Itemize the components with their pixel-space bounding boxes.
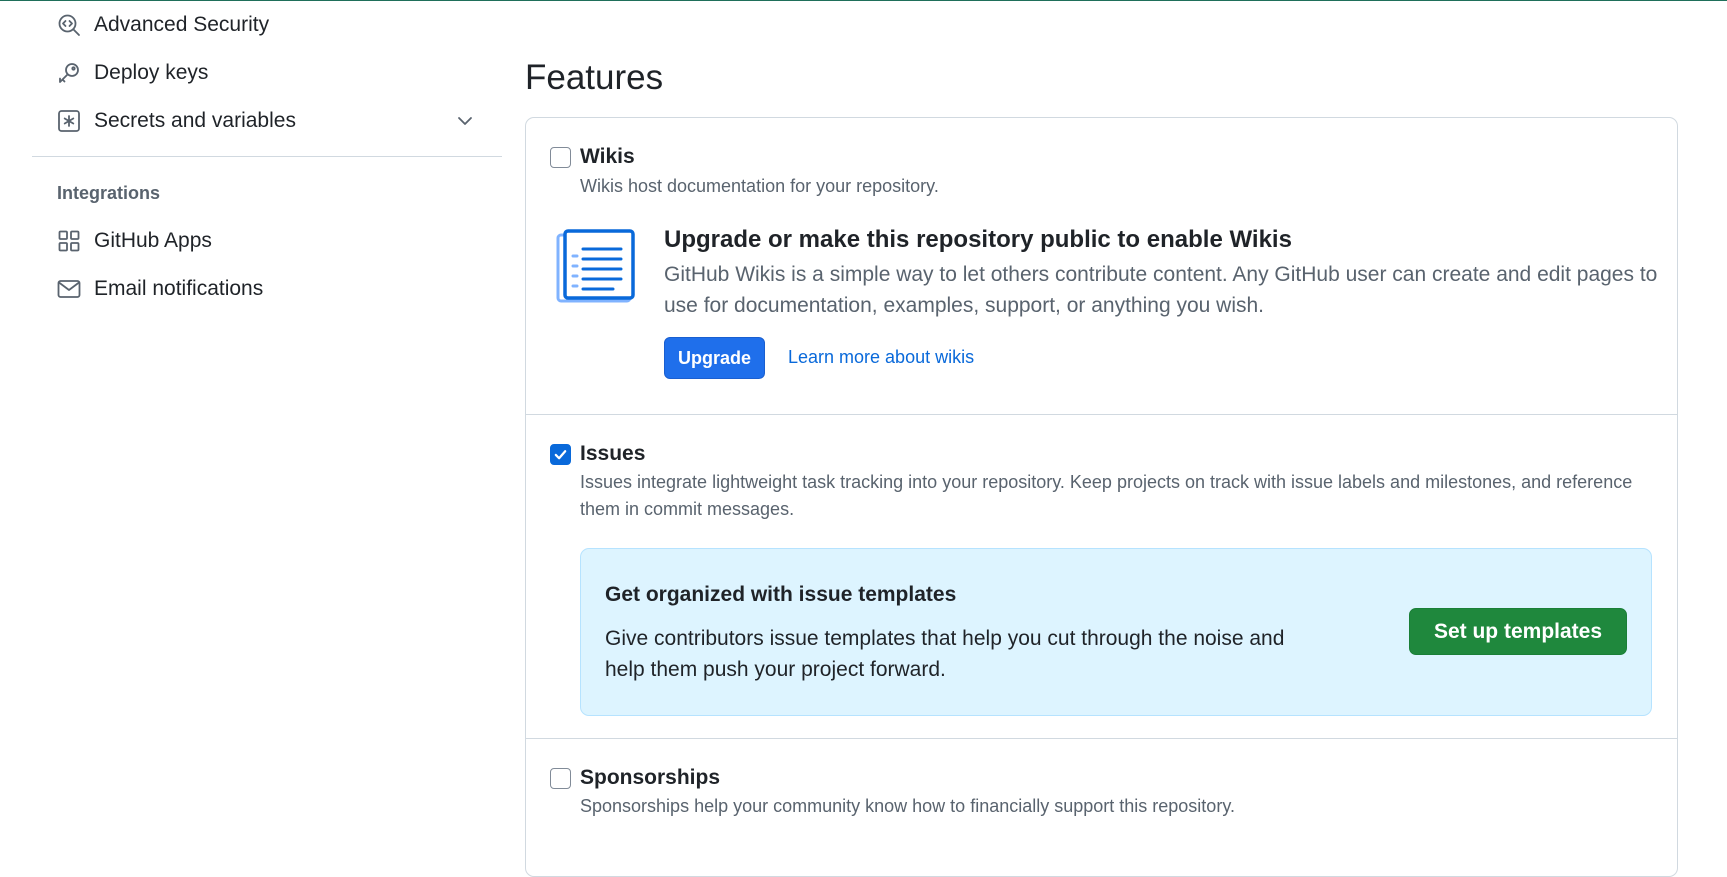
sidebar-item-label: Secrets and variables bbox=[94, 109, 296, 132]
issue-templates-title: Get organized with issue templates bbox=[605, 583, 957, 606]
wikis-checkbox[interactable] bbox=[550, 147, 571, 168]
set-up-templates-button[interactable]: Set up templates bbox=[1409, 608, 1627, 655]
wiki-book-icon bbox=[553, 229, 635, 305]
row-divider bbox=[526, 414, 1677, 415]
codescan-icon bbox=[56, 12, 82, 38]
wikis-label: Wikis bbox=[580, 145, 635, 168]
sidebar-item-label: Deploy keys bbox=[94, 61, 209, 84]
apps-icon bbox=[56, 228, 82, 254]
sidebar-item-email-notifications[interactable]: Email notifications bbox=[56, 274, 263, 304]
sidebar-item-label: Advanced Security bbox=[94, 13, 270, 36]
issues-description: Issues integrate lightweight task tracki… bbox=[580, 472, 1633, 519]
sidebar-section-heading: Integrations bbox=[57, 183, 161, 203]
settings-sidebar: Advanced Security Deploy keys Secrets an… bbox=[0, 0, 520, 843]
issue-templates-text: Give contributors issue templates that h… bbox=[605, 627, 1285, 681]
chevron-down-icon[interactable] bbox=[452, 108, 478, 134]
sponsorships-label: Sponsorships bbox=[580, 766, 721, 789]
sidebar-item-deploy-keys[interactable]: Deploy keys bbox=[56, 58, 208, 88]
mail-icon bbox=[56, 276, 82, 302]
key-icon bbox=[56, 60, 82, 86]
row-divider bbox=[526, 738, 1677, 739]
upgrade-button[interactable]: Upgrade bbox=[664, 337, 765, 379]
issues-label: Issues bbox=[580, 442, 646, 465]
sidebar-item-advanced-security[interactable]: Advanced Security bbox=[56, 10, 269, 40]
sidebar-item-label: GitHub Apps bbox=[94, 229, 212, 252]
asterisk-icon bbox=[56, 108, 82, 134]
sidebar-divider bbox=[32, 156, 502, 157]
page-title: Features bbox=[525, 58, 664, 97]
sidebar-item-github-apps[interactable]: GitHub Apps bbox=[56, 226, 212, 256]
sidebar-item-label: Email notifications bbox=[94, 277, 264, 300]
wikis-upsell-title: Upgrade or make this repository public t… bbox=[664, 226, 1292, 253]
sponsorships-description: Sponsorships help your community know ho… bbox=[580, 796, 1235, 816]
wikis-upsell-text: GitHub Wikis is a simple way to let othe… bbox=[664, 263, 1658, 317]
sidebar-item-secrets-and-variables[interactable]: Secrets and variables bbox=[56, 106, 296, 136]
checkmark-icon bbox=[554, 450, 567, 460]
issues-checkbox[interactable] bbox=[550, 444, 571, 465]
sponsorships-checkbox[interactable] bbox=[550, 768, 571, 789]
learn-more-wikis-link[interactable]: Learn more about wikis bbox=[788, 347, 974, 368]
wikis-description: Wikis host documentation for your reposi… bbox=[580, 176, 939, 196]
